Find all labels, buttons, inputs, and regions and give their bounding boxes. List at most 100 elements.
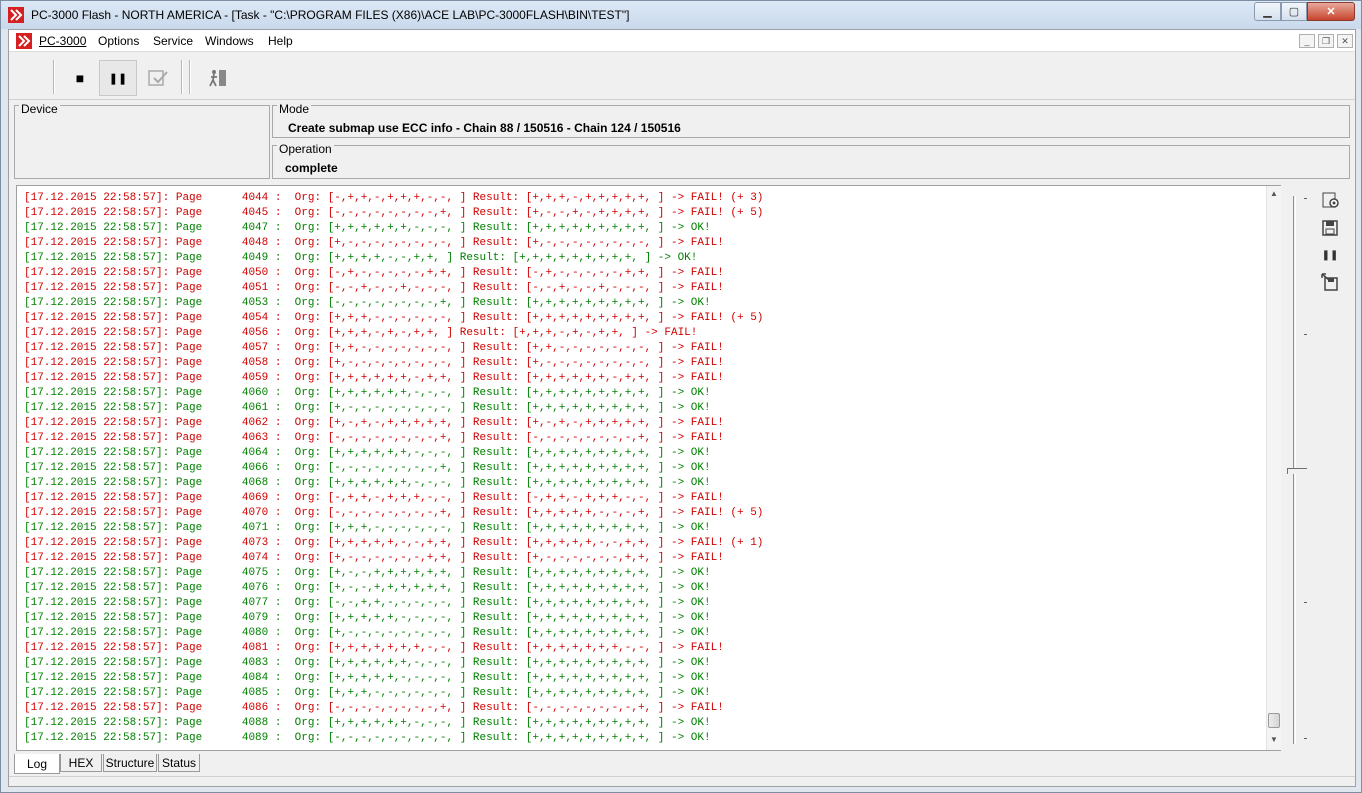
tab-structure[interactable]: Structure [103, 754, 157, 772]
log-timestamp: [17.12.2015 22:58:57]: [24, 657, 170, 669]
slider-knob[interactable] [1287, 468, 1307, 474]
log-page-label: Page [175, 477, 203, 489]
log-org-label: Org: [294, 267, 322, 279]
minimize-icon: _ [1304, 36, 1310, 46]
exit-button[interactable] [199, 60, 237, 96]
settings-icon [1322, 192, 1339, 208]
log-page-label: Page [175, 732, 203, 744]
mdi-minimize-button[interactable]: _ [1299, 34, 1315, 48]
minimize-button[interactable]: ▁ [1254, 2, 1281, 21]
log-timestamp: [17.12.2015 22:58:57]: [24, 612, 170, 624]
menu-pc3000[interactable]: PC-3000 [39, 34, 86, 48]
log-result-value: [+,-,-,-,-,-,-,-,-, ] [525, 357, 665, 369]
log-org-label: Org: [294, 192, 322, 204]
log-org-label: Org: [294, 312, 322, 324]
mdi-restore-button[interactable]: ❐ [1318, 34, 1334, 48]
log-scrollbar[interactable]: ▲ ▼ [1266, 186, 1281, 750]
log-org-value: [+,-,+,-,+,+,+,+,+, ] [327, 417, 467, 429]
scroll-up-icon[interactable]: ▲ [1270, 189, 1278, 198]
log-org-label: Org: [294, 342, 322, 354]
mode-value: Create submap use ECC info - Chain 88 / … [288, 121, 681, 135]
tab-hex[interactable]: HEX [60, 754, 102, 772]
log-result-value: [+,+,+,-,+,-,+,+, ] [512, 327, 638, 339]
log-timestamp: [17.12.2015 22:58:57]: [24, 312, 170, 324]
log-result-value: [+,+,+,+,+,+,+,+,+, ] [512, 252, 652, 264]
log-line: [17.12.2015 22:58:57]: Page 4059 : Org: … [24, 372, 724, 384]
verify-button[interactable] [139, 60, 177, 96]
log-result-label: Result: [472, 612, 520, 624]
log-page-number: 4044 [241, 192, 269, 204]
log-line: [17.12.2015 22:58:57]: Page 4047 : Org: … [24, 222, 711, 234]
log-page-number: 4073 [241, 537, 269, 549]
log-line: [17.12.2015 22:58:57]: Page 4076 : Org: … [24, 582, 711, 594]
log-org-value: [+,-,-,-,-,-,-,-,-, ] [327, 402, 467, 414]
scroll-down-icon[interactable]: ▼ [1270, 735, 1278, 744]
log-line: [17.12.2015 22:58:57]: Page 4071 : Org: … [24, 522, 711, 534]
log-page-number: 4056 [241, 327, 269, 339]
side-pause-button[interactable]: ❚❚ [1318, 243, 1342, 267]
log-status: -> OK! [670, 687, 711, 699]
log-timestamp: [17.12.2015 22:58:57]: [24, 327, 170, 339]
log-timestamp: [17.12.2015 22:58:57]: [24, 297, 170, 309]
maximize-button[interactable]: ▢ [1281, 2, 1307, 21]
log-result-label: Result: [472, 462, 520, 474]
log-status: -> FAIL! [670, 417, 724, 429]
log-result-label: Result: [472, 627, 520, 639]
scroll-thumb[interactable] [1268, 713, 1280, 728]
stop-button[interactable]: ■ [61, 60, 99, 96]
log-result-label: Result: [459, 252, 506, 264]
slider-tick [1304, 334, 1307, 335]
log-timestamp: [17.12.2015 22:58:57]: [24, 552, 170, 564]
log-result-value: [+,+,+,+,+,+,+,+,+, ] [525, 297, 665, 309]
menu-help[interactable]: Help [268, 34, 293, 48]
tab-label: Structure [105, 755, 155, 770]
log-timestamp: [17.12.2015 22:58:57]: [24, 672, 170, 684]
settings-button[interactable] [1318, 188, 1342, 212]
log-org-label: Org: [294, 537, 322, 549]
log-status: -> FAIL! (+ 3) [670, 192, 764, 204]
tab-log[interactable]: Log [14, 754, 60, 774]
log-org-value: [-,-,-,-,-,-,-,-,+, ] [327, 462, 467, 474]
menu-options[interactable]: Options [98, 34, 139, 48]
mdi-client: PC-3000 Options Service Windows Help _ ❐… [8, 29, 1356, 787]
log-org-value: [-,-,+,+,-,-,-,-,-, ] [327, 597, 467, 609]
log-timestamp: [17.12.2015 22:58:57]: [24, 342, 170, 354]
minimize-icon: ▁ [1263, 6, 1272, 18]
log-org-label: Org: [294, 447, 322, 459]
close-button[interactable]: ✕ [1307, 2, 1355, 21]
log-line: [17.12.2015 22:58:57]: Page 4057 : Org: … [24, 342, 724, 354]
log-panel[interactable]: [17.12.2015 22:58:57]: Page 4044 : Org: … [16, 185, 1281, 751]
log-org-label: Org: [294, 582, 322, 594]
log-org-value: [+,-,-,+,+,+,+,+,+, ] [327, 582, 467, 594]
log-status: -> FAIL! (+ 5) [670, 507, 764, 519]
log-result-label: Result: [472, 237, 520, 249]
export-button[interactable] [1318, 270, 1342, 294]
log-page-number: 4045 [241, 207, 269, 219]
log-result-value: [+,+,+,+,+,+,+,+,+, ] [525, 582, 665, 594]
log-output[interactable]: [17.12.2015 22:58:57]: Page 4044 : Org: … [24, 191, 1264, 747]
log-result-value: [-,+,+,-,+,+,+,-,-, ] [525, 492, 665, 504]
log-page-number: 4066 [241, 462, 269, 474]
save-button[interactable] [1318, 216, 1342, 240]
menu-service[interactable]: Service [153, 34, 193, 48]
mdi-child-icon[interactable] [16, 33, 32, 49]
log-status: -> FAIL! [670, 372, 724, 384]
log-page-label: Page [175, 642, 203, 654]
log-page-label: Page [175, 207, 203, 219]
log-line: [17.12.2015 22:58:57]: Page 4069 : Org: … [24, 492, 724, 504]
title-bar[interactable]: PC-3000 Flash - NORTH AMERICA - [Task - … [1, 1, 1361, 29]
side-slider[interactable] [1286, 190, 1310, 750]
log-timestamp: [17.12.2015 22:58:57]: [24, 237, 170, 249]
log-line: [17.12.2015 22:58:57]: Page 4049 : Org: … [24, 252, 698, 264]
tab-status[interactable]: Status [158, 754, 200, 772]
log-status: -> FAIL! [670, 702, 724, 714]
log-line: [17.12.2015 22:58:57]: Page 4060 : Org: … [24, 387, 711, 399]
log-page-number: 4059 [241, 372, 269, 384]
menu-windows[interactable]: Windows [205, 34, 254, 48]
log-status: -> FAIL! [670, 282, 724, 294]
mdi-close-button[interactable]: ✕ [1337, 34, 1353, 48]
log-timestamp: [17.12.2015 22:58:57]: [24, 627, 170, 639]
log-org-label: Org: [294, 597, 322, 609]
pause-button[interactable]: ❚❚ [99, 60, 137, 96]
log-page-label: Page [175, 402, 203, 414]
